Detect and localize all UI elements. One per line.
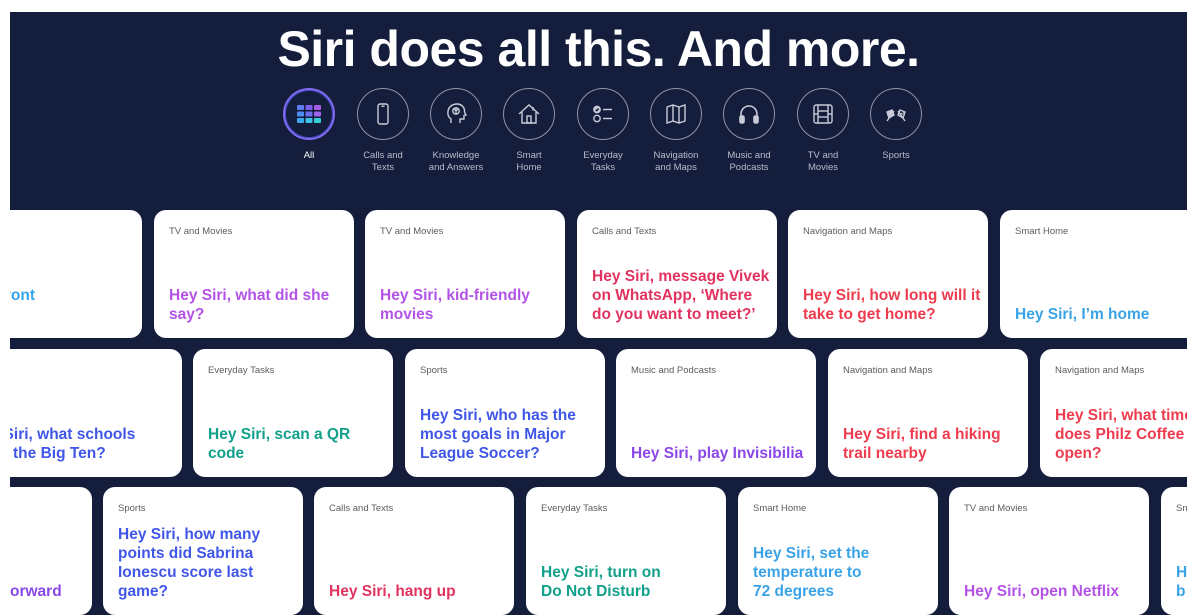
card-category: Everyday Tasks bbox=[208, 365, 275, 376]
suggestion-card[interactable]: Everyday Tasks Hey Siri, scan a QR code bbox=[193, 349, 393, 477]
suggestion-phrase: Hey Siri, message Vivek on WhatsApp, ‘Wh… bbox=[592, 268, 770, 323]
category-label: Smart Home bbox=[516, 150, 542, 173]
category-label: Everyday Tasks bbox=[583, 150, 623, 173]
card-category: Sports bbox=[118, 503, 146, 514]
suggestion-phrase: Hey Siri, how long will it take to get h… bbox=[803, 287, 981, 323]
suggestion-card[interactable]: TV and Movies Hey Siri, what did she say… bbox=[154, 210, 354, 338]
checklist-icon bbox=[593, 105, 612, 123]
suggestion-card[interactable]: Navigation and Maps Hey Siri, find a hik… bbox=[828, 349, 1028, 477]
suggestion-card[interactable]: i, is the front cked? bbox=[10, 210, 142, 338]
suggestion-phrase: Hey Siri, open Netflix bbox=[964, 583, 1120, 600]
suggestion-card[interactable]: Smart Home Hey Siri, set the temperature… bbox=[738, 487, 938, 615]
phone-icon bbox=[377, 103, 389, 125]
headphones-icon bbox=[739, 105, 759, 124]
card-category: Sports bbox=[420, 365, 448, 376]
suggestion-phrase: Hey Siri, what time does Philz Coffee op… bbox=[1055, 407, 1187, 462]
suggestion-card[interactable]: Smart Home Hey Siri, I’m home bbox=[1000, 210, 1187, 338]
suggestion-card[interactable]: orward bbox=[10, 487, 92, 615]
suggestion-phrase: orward bbox=[10, 583, 62, 600]
category-label: All bbox=[303, 150, 315, 161]
category-music-podcasts-button[interactable]: Music and Podcasts bbox=[707, 88, 791, 174]
suggestion-phrase: Hey Siri, find a hiking trail nearby bbox=[843, 426, 1001, 462]
suggestion-card[interactable]: Everyday Tasks Hey Siri, turn on Do Not … bbox=[526, 487, 726, 615]
category-label: TV and Movies bbox=[807, 150, 839, 173]
suggestion-card[interactable]: Sn H b bbox=[1161, 487, 1187, 615]
card-category: Smart Home bbox=[753, 503, 807, 514]
suggestion-card[interactable]: Calls and Texts Hey Siri, hang up bbox=[314, 487, 514, 615]
map-icon bbox=[666, 104, 686, 124]
card-category: Calls and Texts bbox=[592, 226, 657, 237]
card-category: Navigation and Maps bbox=[803, 226, 893, 237]
suggestion-phrase: Hey Siri, how many points did Sabrina Io… bbox=[118, 526, 261, 600]
suggestion-phrase: Hey Siri, who has the most goals in Majo… bbox=[420, 407, 576, 462]
category-calls-texts-button[interactable]: Calls and Texts bbox=[341, 88, 425, 174]
suggestion-card[interactable]: orts ey Siri, what schools e in the Big … bbox=[10, 349, 182, 477]
suggestion-phrase: Hey Siri, hang up bbox=[329, 583, 456, 600]
card-category: Navigation and Maps bbox=[843, 365, 933, 376]
category-tv-movies-button[interactable]: TV and Movies bbox=[781, 88, 865, 174]
page-title: Siri does all this. And more. bbox=[277, 21, 920, 77]
flags-icon bbox=[886, 109, 906, 122]
card-category: TV and Movies bbox=[380, 226, 444, 237]
category-knowledge-button[interactable]: Knowledge and Answers bbox=[414, 88, 498, 174]
suggestion-phrase: Hey Siri, what did she say? bbox=[169, 287, 330, 323]
suggestion-card[interactable]: TV and Movies Hey Siri, kid-friendly mov… bbox=[365, 210, 565, 338]
suggestion-phrase: i, is the front cked? bbox=[10, 287, 35, 304]
category-navigation-button[interactable]: Navigation and Maps bbox=[634, 88, 718, 174]
suggestion-card[interactable]: TV and Movies Hey Siri, open Netflix bbox=[949, 487, 1149, 615]
card-category: Navigation and Maps bbox=[1055, 365, 1145, 376]
suggestion-phrase: Hey Siri, I’m home bbox=[1015, 306, 1150, 323]
category-nav: All Calls and Texts Knowledge and Answer… bbox=[10, 88, 1187, 178]
brain-head-icon bbox=[447, 103, 468, 123]
suggestion-phrase: Hey Siri, turn on Do Not Disturb bbox=[541, 564, 661, 600]
card-category: Calls and Texts bbox=[329, 503, 394, 514]
suggestion-card[interactable]: Navigation and Maps Hey Siri, how long w… bbox=[788, 210, 988, 338]
card-category: TV and Movies bbox=[169, 226, 233, 237]
category-label: Knowledge and Answers bbox=[428, 150, 484, 173]
card-category: Sn bbox=[1176, 503, 1187, 514]
film-icon bbox=[813, 104, 833, 124]
category-label: Calls and Texts bbox=[363, 150, 403, 173]
suggestion-card[interactable]: Sports Hey Siri, who has the most goals … bbox=[405, 349, 605, 477]
category-label: Navigation and Maps bbox=[653, 150, 699, 173]
card-category: TV and Movies bbox=[964, 503, 1028, 514]
category-label: Music and Podcasts bbox=[727, 150, 771, 173]
card-category: Music and Podcasts bbox=[631, 365, 717, 376]
suggestion-card[interactable]: Music and Podcasts Hey Siri, play Invisi… bbox=[616, 349, 816, 477]
suggestion-card[interactable]: Calls and Texts Hey Siri, message Vivek … bbox=[577, 210, 777, 338]
card-category: Smart Home bbox=[1015, 226, 1069, 237]
grid-icon bbox=[297, 105, 321, 123]
siri-showcase: Siri does all this. And more. All Calls … bbox=[10, 12, 1187, 615]
suggestion-card[interactable]: Navigation and Maps Hey Siri, what time … bbox=[1040, 349, 1187, 477]
category-everyday-tasks-button[interactable]: Everyday Tasks bbox=[561, 88, 645, 174]
suggestion-phrase: H b bbox=[1176, 564, 1187, 600]
category-sports-button[interactable]: Sports bbox=[854, 88, 938, 162]
category-label: Sports bbox=[882, 150, 910, 161]
house-icon bbox=[518, 104, 540, 124]
suggestion-phrase: Hey Siri, set the temperature to 72 degr… bbox=[753, 545, 870, 600]
suggestion-phrase: Hey Siri, play Invisibilia bbox=[631, 445, 804, 462]
suggestion-phrase: Hey Siri, scan a QR code bbox=[208, 426, 351, 462]
suggestion-phrase: ey Siri, what schools e in the Big Ten? bbox=[10, 426, 136, 462]
category-smart-home-button[interactable]: Smart Home bbox=[487, 88, 571, 174]
card-category: Everyday Tasks bbox=[541, 503, 608, 514]
category-all-button[interactable]: All bbox=[267, 88, 351, 162]
suggestion-card[interactable]: Sports Hey Siri, how many points did Sab… bbox=[103, 487, 303, 615]
suggestion-phrase: Hey Siri, kid-friendly movies bbox=[380, 287, 530, 323]
